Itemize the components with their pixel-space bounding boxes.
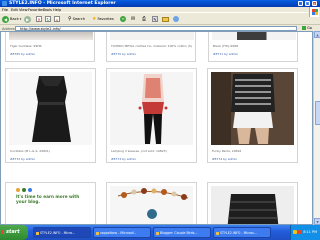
print-button[interactable]: ⎙ — [142, 15, 146, 23]
history-button[interactable]: ⟲ — [120, 15, 126, 23]
product-meta[interactable]: #8770 by admin — [111, 52, 136, 56]
promo-graphic — [16, 188, 86, 192]
mail-button[interactable]: ✉ — [131, 15, 135, 23]
scroll-up-arrow-icon[interactable]: ▲ — [314, 31, 320, 38]
product-meta[interactable]: #8773 by admin — [111, 157, 136, 161]
tray-icon[interactable] — [298, 230, 302, 234]
system-tray: 8:11 PM — [290, 225, 320, 240]
product-photo[interactable] — [110, 186, 193, 224]
go-label: Go — [307, 26, 312, 30]
product-card[interactable] — [207, 182, 298, 224]
tray-icon[interactable] — [293, 230, 297, 234]
taskbar-item[interactable]: STYLE2.INFO - Micro... — [33, 227, 91, 238]
menu-help[interactable]: Help — [53, 8, 61, 12]
scroll-down-arrow-icon[interactable]: ▼ — [314, 218, 320, 225]
home-icon: ⌂ — [54, 16, 60, 22]
search-label: Search — [72, 17, 86, 21]
go-arrow-icon — [302, 26, 306, 30]
product-card[interactable]: Ladybug 3 sleeves, (not sold, 19823) #87… — [106, 68, 197, 163]
print-icon: ⎙ — [142, 16, 147, 22]
taskbar: start STYLE2.INFO - Micro... zappelbow -… — [0, 225, 320, 240]
product-meta[interactable]: #8772 by admin — [10, 157, 35, 161]
product-caption[interactable]: Ladybug 3 sleeves, (not sold, 19823) — [111, 149, 167, 153]
product-caption[interactable]: Cocktails (M L-G-S, 29821) — [10, 149, 50, 153]
folder-icon — [162, 16, 169, 22]
menu-favorites[interactable]: Favorites — [28, 8, 44, 12]
maximize-button[interactable]: □ — [305, 1, 310, 6]
edit-icon: ✎ — [152, 16, 158, 22]
page-viewport: Tiger Goddess: 99HR #8765 by admin TUXED… — [0, 31, 313, 225]
history-icon: ⟲ — [120, 16, 126, 22]
product-caption[interactable]: TUXEDO METAL clothes t-b, material: 100%… — [111, 44, 192, 48]
favorites-label: Favorites — [97, 17, 114, 21]
title-bar: STYLE2.INFO - Microsoft Internet Explore… — [0, 0, 320, 7]
product-card[interactable] — [106, 182, 197, 224]
product-meta[interactable]: #8774 by admin — [212, 157, 237, 161]
clock[interactable]: 8:11 PM — [303, 230, 317, 234]
product-photo[interactable] — [9, 72, 92, 145]
menu-edit[interactable]: Edit — [11, 8, 18, 12]
taskbar-item[interactable]: Blogger: Couple Birds... — [153, 227, 211, 238]
toolbar: ◀ Back ▾ ▶ ✕ ↻ ⌂ ⚲ Search ★ Favorites ⟲ … — [0, 12, 308, 24]
messenger-icon — [173, 16, 179, 22]
messenger-button[interactable] — [173, 15, 179, 23]
edit-button[interactable]: ✎ — [152, 15, 158, 23]
mail-icon: ✉ — [131, 16, 136, 22]
folder-button[interactable] — [162, 15, 169, 23]
ie-icon — [2, 1, 7, 6]
product-card[interactable]: Tiger Goddess: 99HR #8765 by admin — [5, 32, 95, 62]
windows-logo-icon — [309, 7, 319, 17]
search-icon: ⚲ — [68, 16, 72, 22]
vertical-scrollbar[interactable]: ▲ ▼ — [313, 31, 320, 225]
taskbar-item[interactable]: zappelbow - Microsof... — [93, 227, 151, 238]
menu-file[interactable]: File — [2, 8, 8, 12]
product-card[interactable]: Funky Pants, 29816 #8774 by admin — [207, 68, 298, 163]
product-photo — [212, 32, 296, 40]
forward-arrow-icon: ▶ — [24, 15, 31, 23]
star-icon: ★ — [92, 16, 97, 22]
product-photo[interactable] — [110, 72, 193, 145]
promo-text: It's time to earn more with your blog. — [16, 194, 80, 204]
search-button[interactable]: ⚲ Search — [68, 15, 85, 23]
back-arrow-icon: ◀ — [2, 15, 9, 23]
favorites-button[interactable]: ★ Favorites — [92, 15, 114, 23]
refresh-icon: ↻ — [45, 16, 51, 22]
back-label: Back — [10, 17, 19, 21]
forward-button[interactable]: ▶ — [24, 15, 31, 23]
product-card[interactable]: Black (FW)-99HR #8771 by admin — [208, 32, 298, 62]
product-caption[interactable]: Black (FW)-99HR — [213, 44, 238, 48]
product-photo — [9, 32, 93, 40]
menu-tools[interactable]: Tools — [43, 8, 52, 12]
window-title: STYLE2.INFO - Microsoft Internet Explore… — [9, 1, 116, 6]
stop-icon: ✕ — [36, 16, 42, 22]
product-card[interactable]: Cocktails (M L-G-S, 29821) #8772 by admi… — [5, 68, 96, 163]
close-button[interactable]: × — [312, 1, 317, 6]
product-photo[interactable] — [211, 186, 294, 224]
product-card[interactable]: TUXEDO METAL clothes t-b, material: 100%… — [106, 32, 196, 62]
scroll-thumb[interactable] — [314, 101, 320, 125]
product-meta[interactable]: #8771 by admin — [213, 52, 238, 56]
stop-button[interactable]: ✕ — [36, 15, 42, 23]
promo-card[interactable]: It's time to earn more with your blog. — [5, 182, 96, 224]
minimize-button[interactable]: _ — [298, 1, 303, 6]
taskbar-item[interactable]: STYLE2.INFO - Micros... — [213, 227, 271, 238]
home-button[interactable]: ⌂ — [54, 15, 60, 23]
address-bar: Address http://www.style2.info/ Go — [0, 24, 320, 31]
menu-view[interactable]: View — [19, 8, 28, 12]
product-caption[interactable]: Tiger Goddess: 99HR — [10, 44, 42, 48]
promo-banner[interactable]: It's time to earn more with your blog. — [16, 188, 86, 204]
product-meta[interactable]: #8765 by admin — [10, 52, 35, 56]
product-photo — [110, 32, 194, 40]
refresh-button[interactable]: ↻ — [45, 15, 51, 23]
product-photo[interactable] — [211, 72, 294, 145]
product-caption[interactable]: Funky Pants, 29816 — [212, 149, 241, 153]
start-button[interactable]: start — [0, 225, 28, 240]
back-button[interactable]: ◀ Back ▾ — [2, 15, 21, 23]
